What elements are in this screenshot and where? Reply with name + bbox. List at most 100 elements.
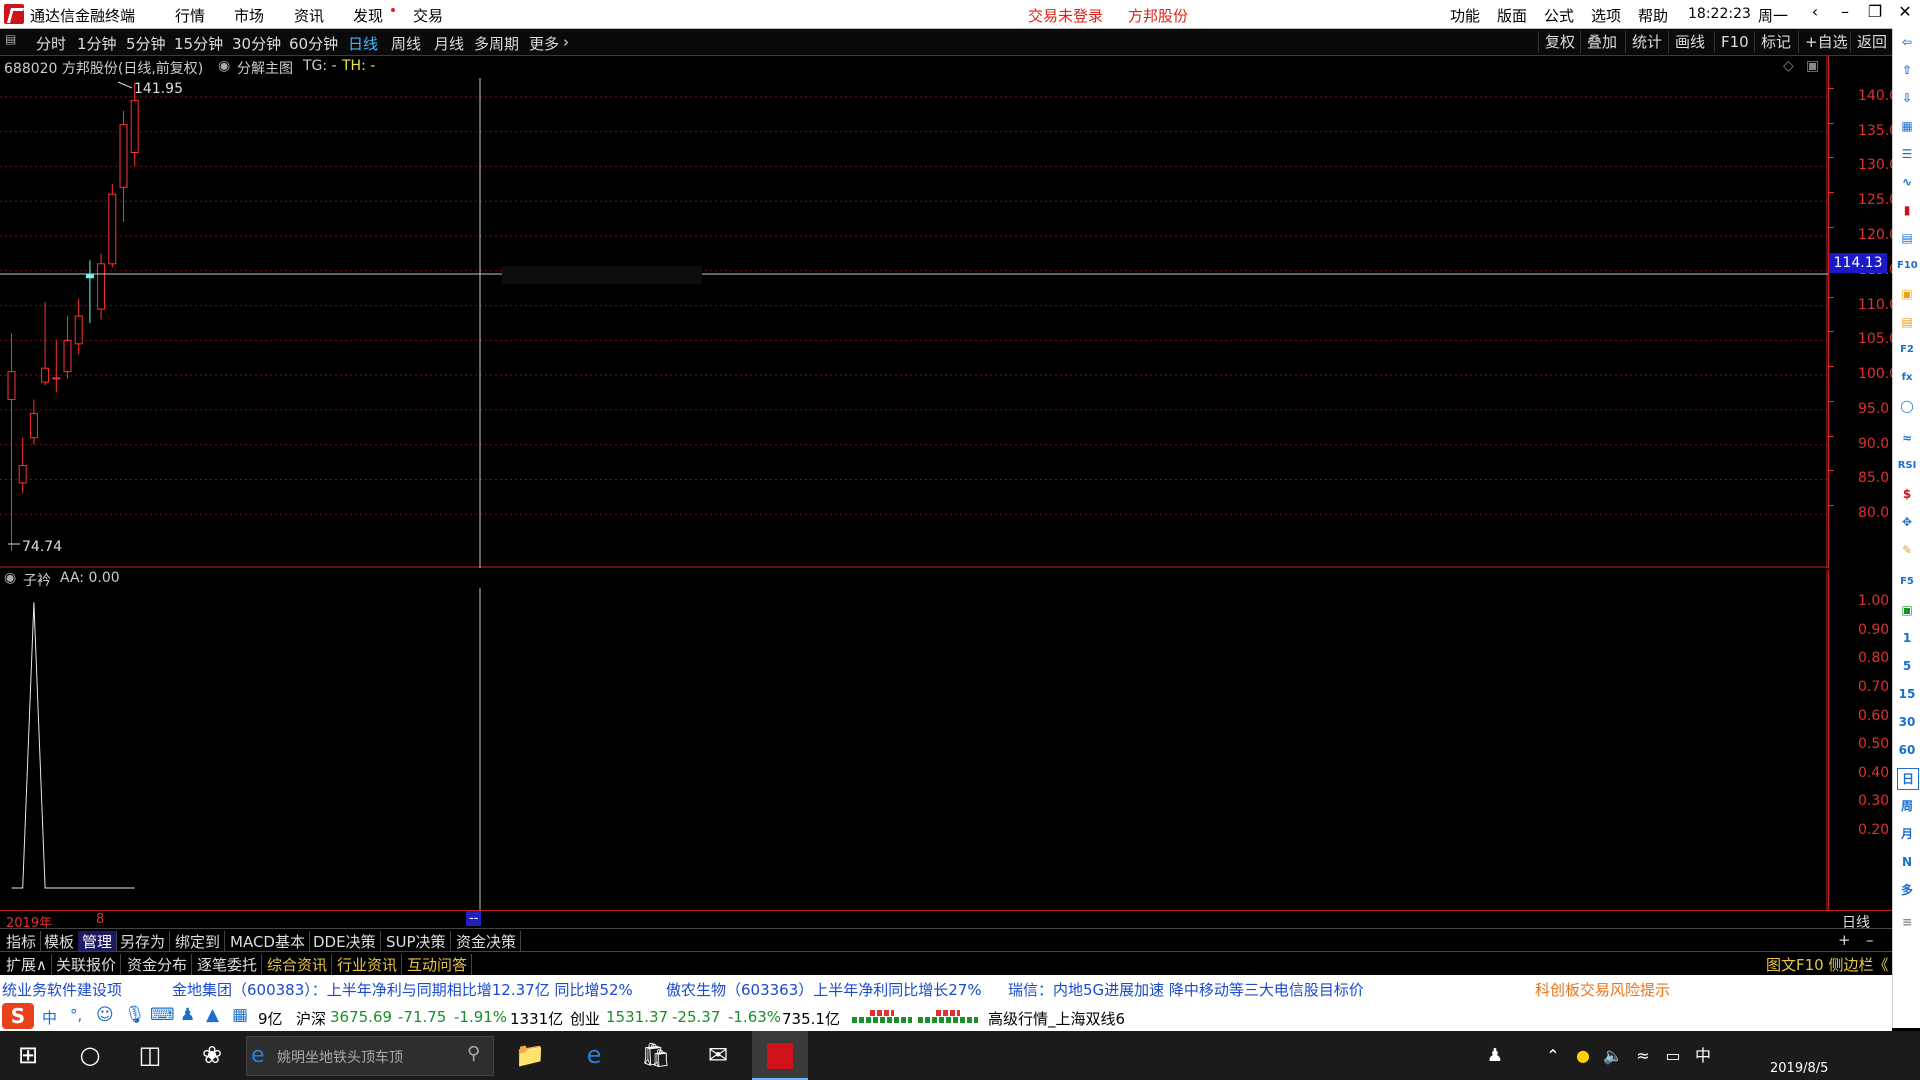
user-icon[interactable]: ♟ xyxy=(180,1005,195,1025)
ticker-item[interactable]: 统业务软件建设项 xyxy=(2,979,122,1000)
tab-zonghezixun[interactable]: 综合资讯 xyxy=(263,954,333,975)
server-name[interactable]: 高级行情_上海双线6 xyxy=(988,1008,1125,1029)
collapse-icon[interactable]: ≡ xyxy=(1897,912,1917,932)
period-1-icon[interactable]: 1 xyxy=(1897,628,1917,648)
close-icon[interactable]: ✕ xyxy=(1890,2,1920,26)
news-icon[interactable]: ▣ xyxy=(1897,284,1917,304)
tab-macd[interactable]: MACD基本 xyxy=(226,931,310,952)
tool-diejia[interactable]: 叠加 xyxy=(1580,31,1623,53)
tray-app-icon[interactable]: ● xyxy=(1570,1031,1596,1080)
shirt-icon[interactable]: ▲ xyxy=(206,1005,219,1025)
period-60min[interactable]: 60分钟 xyxy=(289,33,338,54)
period-5-icon[interactable]: 5 xyxy=(1897,656,1917,676)
task-view-icon[interactable]: ◫ xyxy=(122,1031,178,1080)
up-icon[interactable]: ⇧ xyxy=(1897,60,1917,80)
ime-tray-label[interactable]: 中 xyxy=(1690,1031,1716,1080)
list-icon[interactable]: ☰ xyxy=(1897,144,1917,164)
table-icon[interactable]: ▤ xyxy=(1897,228,1917,248)
edge-icon[interactable]: e xyxy=(566,1031,622,1080)
sh-label[interactable]: 沪深 xyxy=(296,1008,326,1029)
zoom-out-button[interactable]: – xyxy=(1866,931,1874,949)
tab-hangyezixun[interactable]: 行业资讯 xyxy=(333,954,403,975)
rsi-icon[interactable]: RSI xyxy=(1897,456,1917,476)
login-status[interactable]: 交易未登录 xyxy=(1028,5,1103,26)
line-chart-icon[interactable]: ∿ xyxy=(1897,172,1917,192)
period-n-icon[interactable]: N xyxy=(1897,852,1917,872)
period-daily[interactable]: 日线 xyxy=(348,33,378,54)
sub-indicator-chart[interactable] xyxy=(0,570,1828,910)
tab-zijinfenbu[interactable]: 资金分布 xyxy=(123,954,193,975)
tab-lingcunwei[interactable]: 另存为 xyxy=(116,931,171,952)
menu-hangqing[interactable]: 行情 xyxy=(175,5,205,26)
zoom-in-button[interactable]: + xyxy=(1838,931,1851,949)
quote-icon[interactable]: ▦ xyxy=(1897,116,1917,136)
tab-muban[interactable]: 模板 xyxy=(40,931,80,952)
period-60-icon[interactable]: 60 xyxy=(1897,740,1917,760)
volume-icon[interactable]: 🔈 xyxy=(1600,1031,1626,1080)
period-15-icon[interactable]: 15 xyxy=(1897,684,1917,704)
battery-icon[interactable]: ▭ xyxy=(1660,1031,1686,1080)
keyboard-icon[interactable]: ⌨ xyxy=(150,1005,175,1025)
taskbar-search-box[interactable]: e 姚明坐地铁头顶车顶 ⚲ xyxy=(246,1036,494,1076)
move-icon[interactable]: ✥ xyxy=(1897,512,1917,532)
period-weekly[interactable]: 周线 xyxy=(391,33,421,54)
tray-chevron-icon[interactable]: ⌃ xyxy=(1540,1031,1566,1080)
app-icon[interactable]: ❀ xyxy=(184,1031,240,1080)
tool-fuquan[interactable]: 复权 xyxy=(1538,31,1581,53)
tab-sup[interactable]: SUP决策 xyxy=(382,931,451,952)
ticker-item[interactable]: 傲农生物（603363）上半年净利同比增长27% xyxy=(666,979,982,1000)
ticker-risk-notice[interactable]: 科创板交易风险提示 xyxy=(1535,979,1670,1000)
tab-zijin[interactable]: 资金决策 xyxy=(452,931,522,952)
tab-bangdingdao[interactable]: 绑定到 xyxy=(171,931,226,952)
tool-tongji[interactable]: 统计 xyxy=(1625,31,1668,53)
tab-zhubiweituo[interactable]: 逐笔委托 xyxy=(193,954,263,975)
tdx-app-icon[interactable] xyxy=(752,1031,808,1080)
ime-chinese-icon[interactable]: 中 xyxy=(42,1007,57,1028)
f10-sidebar-toggle[interactable]: 图文F10 侧边栏《 xyxy=(1766,954,1888,975)
network-icon[interactable]: ≈ xyxy=(1630,1031,1656,1080)
menu-bangzhu[interactable]: 帮助 xyxy=(1638,5,1668,26)
menu-gongshi[interactable]: 公式 xyxy=(1544,5,1574,26)
wave-icon[interactable]: ≈ xyxy=(1897,428,1917,448)
sogou-ime-icon[interactable]: S xyxy=(2,1003,34,1029)
ticker-item[interactable]: 金地集团（600383）：上半年净利与同期相比增12.37亿 同比增52% xyxy=(172,979,633,1000)
circle-icon[interactable]: ◯ xyxy=(1897,396,1917,416)
period-multi-icon[interactable]: 多 xyxy=(1897,880,1917,900)
mail-icon[interactable]: ✉ xyxy=(690,1031,746,1080)
menu-xuanxiang[interactable]: 选项 xyxy=(1591,5,1621,26)
tab-zhibiao[interactable]: 指标 xyxy=(2,931,42,952)
f5-icon[interactable]: F5 xyxy=(1897,572,1917,592)
f10-icon[interactable]: F10 xyxy=(1897,256,1918,276)
period-month-icon[interactable]: 月 xyxy=(1897,824,1917,844)
menu-zixun[interactable]: 资讯 xyxy=(294,5,324,26)
back-icon[interactable]: ⇦ xyxy=(1897,32,1917,52)
ticker-item[interactable]: 瑞信：内地5G进展加速 降中移动等三大电信股目标价 xyxy=(1008,979,1364,1000)
tab-hudongwenda[interactable]: 互动问答 xyxy=(403,954,473,975)
report-icon[interactable]: ▤ xyxy=(1897,312,1917,332)
down-icon[interactable]: ⇩ xyxy=(1897,88,1917,108)
file-explorer-icon[interactable]: 📁 xyxy=(502,1031,558,1080)
grid-icon[interactable]: ▦ xyxy=(232,1005,248,1025)
tab-guanli[interactable]: 管理 xyxy=(78,931,118,952)
tool-zixuan[interactable]: +自选 xyxy=(1798,31,1854,53)
menu-shichang[interactable]: 市场 xyxy=(234,5,264,26)
tool-biaoji[interactable]: 标记 xyxy=(1754,31,1797,53)
candlestick-chart[interactable]: 141.95 74.74 xyxy=(0,56,1828,568)
price-axis[interactable]: 140.0135.0130.0125.0120.0115.0110.0105.0… xyxy=(1828,56,1898,568)
fx-icon[interactable]: fx xyxy=(1897,368,1917,388)
tool-huaxian[interactable]: 画线 xyxy=(1668,31,1711,53)
tab-dde[interactable]: DDE决策 xyxy=(309,931,381,952)
period-1min[interactable]: 1分钟 xyxy=(77,33,117,54)
period-fenshi[interactable]: 分时 xyxy=(36,33,66,54)
money-icon[interactable]: $ xyxy=(1897,484,1917,504)
tab-guanlianbaojia[interactable]: 关联报价 xyxy=(52,954,122,975)
period-15min[interactable]: 15分钟 xyxy=(174,33,223,54)
pencil-icon[interactable]: ✎ xyxy=(1897,540,1917,560)
menu-banmian[interactable]: 版面 xyxy=(1497,5,1527,26)
cy-label[interactable]: 创业 xyxy=(570,1008,600,1029)
maximize-icon[interactable]: ❐ xyxy=(1860,2,1890,26)
menu-gongneng[interactable]: 功能 xyxy=(1450,5,1480,26)
image-icon[interactable]: ▣ xyxy=(1897,600,1917,620)
period-multi[interactable]: 多周期 xyxy=(474,33,519,54)
microphone-icon[interactable]: 🎙 xyxy=(124,1005,146,1025)
